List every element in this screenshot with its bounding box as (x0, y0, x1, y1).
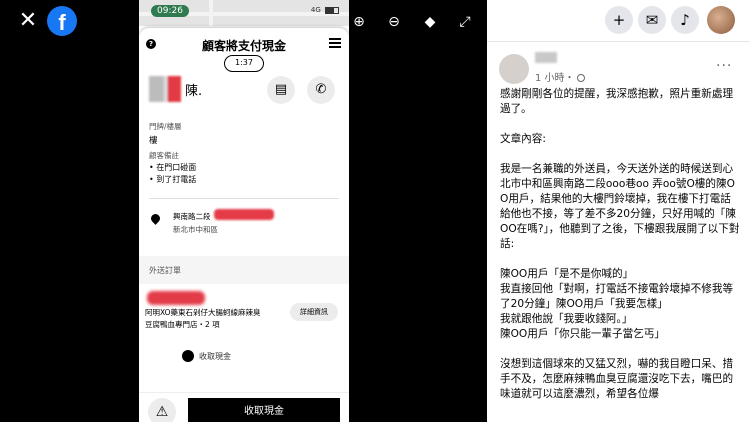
status-indicators: 4G (311, 6, 339, 14)
photo-viewer: ✕ f 09:26 4G ? 顧客將支付現金 1:37 陳. ▤ ✆ 門牌/樓層… (0, 0, 750, 422)
sheet-title: 顧客將支付現金 (201, 39, 286, 53)
door-value: 樓 (149, 136, 158, 146)
zoom-out-icon[interactable]: ⊖ (384, 12, 404, 32)
post-body-text: 感謝剛剛各位的提醒，我深感抱歉，照片重新處理過了。 文章內容: 我是一名兼職的外… (500, 88, 740, 400)
top-bar: + ✉ ♪ (487, 0, 750, 42)
warning-icon: ⚠ (148, 398, 176, 422)
detail-button: 詳細資訊 (290, 303, 338, 321)
close-icon[interactable]: ✕ (18, 10, 38, 32)
order-redaction (147, 291, 205, 305)
messenger-icon[interactable]: ✉ (638, 6, 666, 34)
note-item: • 到了打電話 (149, 175, 197, 184)
location-pin-icon (151, 214, 160, 226)
profile-avatar[interactable] (707, 6, 735, 34)
cash-dot-icon (182, 350, 194, 362)
notifications-bell-icon[interactable]: ♪ (671, 6, 699, 34)
post-panel: + ✉ ♪ 1 小時・ ··· 感謝剛剛各位的提醒，我深感抱歉，照片重新處理過了… (487, 0, 750, 422)
author-name-blurred[interactable] (535, 52, 557, 63)
zoom-in-icon[interactable]: ⊕ (349, 12, 369, 32)
create-plus-icon[interactable]: + (605, 6, 633, 34)
signal-label: 4G (310, 6, 321, 14)
menu-list-icon (329, 38, 341, 48)
door-label: 門牌/樓層 (149, 122, 182, 131)
post-timestamp[interactable]: 1 小時・ (535, 69, 585, 84)
globe-icon (576, 74, 585, 82)
order-restaurant-line1: 阿明XO藥東石剁仔大腸蚵線麻辣臭 (145, 308, 261, 317)
more-options-button[interactable]: ··· (716, 58, 732, 74)
address-redaction (214, 209, 274, 220)
tag-icon[interactable]: ◆ (420, 12, 440, 32)
customer-avatar-blurred (149, 76, 181, 102)
bottom-action-bar: ⚠ 收取現金 (139, 392, 349, 422)
order-restaurant-line2: 豆腐鴨血專門店・2 項 (145, 320, 220, 329)
address-line-1: 興南路二段 (173, 212, 211, 221)
divider (149, 198, 339, 199)
address-line-2: 新北市中和區 (173, 225, 218, 234)
order-sheet: ? 顧客將支付現金 1:37 陳. ▤ ✆ 門牌/樓層 樓 顧客備註 • 在門口… (139, 28, 349, 422)
facebook-logo[interactable]: f (47, 6, 77, 36)
expand-icon[interactable]: ⤢ (455, 12, 475, 32)
section-label: 外送訂單 (149, 266, 181, 275)
post-time-text: 1 小時・ (535, 73, 575, 84)
status-time: 09:26 (151, 5, 189, 17)
note-item: • 在門口碰面 (149, 163, 197, 172)
battery-icon (325, 6, 339, 14)
collect-cash-button: 收取現金 (188, 398, 340, 422)
photo-image: 09:26 4G ? 顧客將支付現金 1:37 陳. ▤ ✆ 門牌/樓層 樓 顧… (139, 0, 349, 422)
note-label: 顧客備註 (149, 151, 179, 160)
chat-icon: ▤ (267, 76, 295, 104)
countdown-timer: 1:37 (224, 55, 264, 72)
customer-name: 陳. (185, 84, 203, 99)
phone-icon: ✆ (307, 76, 335, 104)
cash-label: 收取現金 (199, 352, 231, 361)
author-avatar[interactable] (499, 54, 529, 84)
